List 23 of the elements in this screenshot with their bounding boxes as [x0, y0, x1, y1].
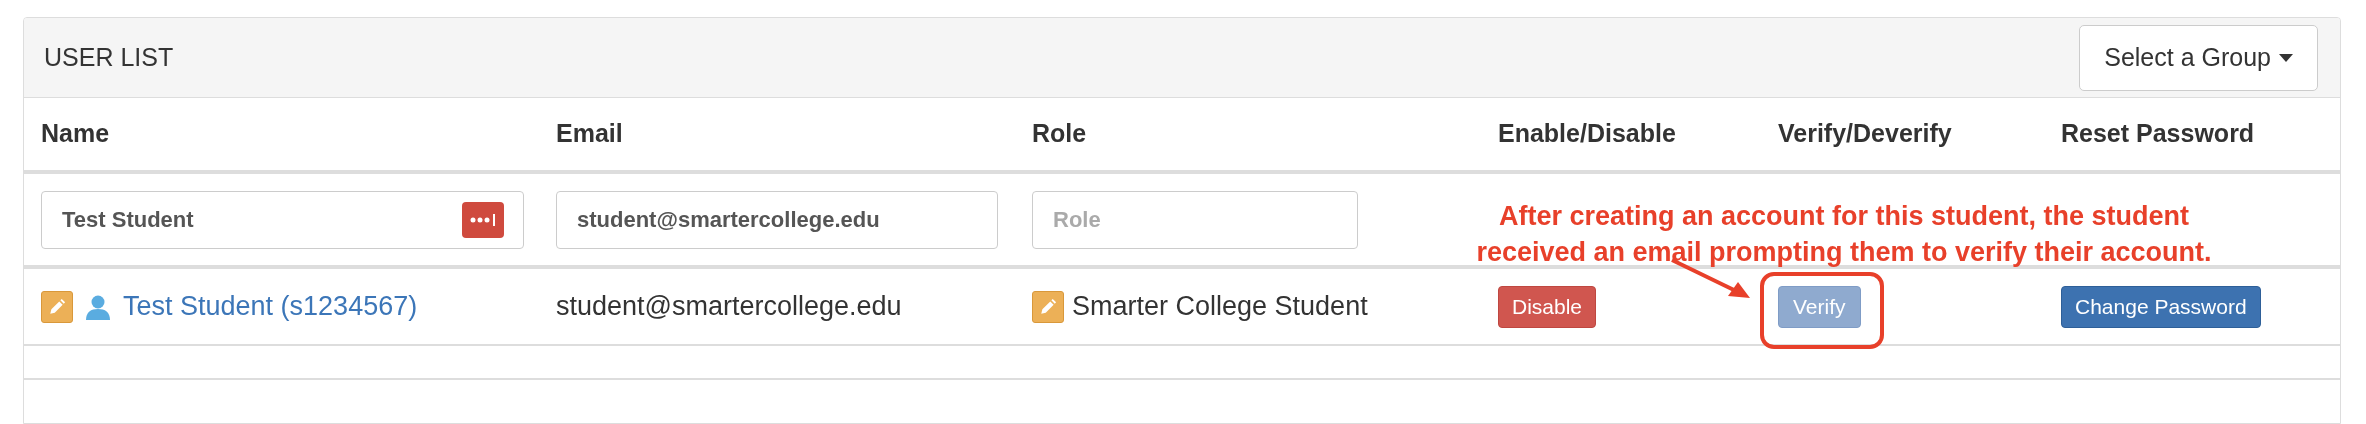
email-text: student@smartercollege.edu — [556, 290, 903, 324]
user-link[interactable]: Test Student (s1234567) — [123, 286, 418, 327]
change-password-button[interactable]: Change Password — [2061, 285, 2261, 328]
column-header: Reset Password — [2061, 118, 2256, 150]
filter-field[interactable]: Role — [1032, 190, 1358, 249]
column-header: Verify/Deverify — [1778, 118, 1953, 150]
annotation-text: received an email prompting them to verify their account. — [1476, 236, 2212, 269]
password-manager-icon[interactable] — [462, 201, 504, 238]
column-header: Role — [1032, 118, 1088, 150]
annotation-text: After creating an account for this student, the student — [1498, 200, 2190, 233]
column-header: Name — [41, 118, 111, 150]
group-dropdown[interactable]: Select a Group — [2079, 24, 2318, 91]
column-header: Enable/Disable — [1498, 118, 1677, 150]
user-icon — [85, 293, 111, 320]
disable-button[interactable]: Disable — [1498, 285, 1597, 328]
role-text: Smarter College Student — [1072, 290, 1368, 324]
column-header: Email — [556, 118, 624, 150]
filter-field[interactable]: student@smartercollege.edu — [556, 190, 998, 249]
caret-icon — [2279, 53, 2293, 62]
panel-title: USER LIST — [44, 41, 174, 73]
edit-icon[interactable] — [1032, 290, 1064, 323]
edit-icon[interactable] — [41, 290, 73, 323]
filter-field[interactable]: Test Student — [41, 190, 524, 249]
